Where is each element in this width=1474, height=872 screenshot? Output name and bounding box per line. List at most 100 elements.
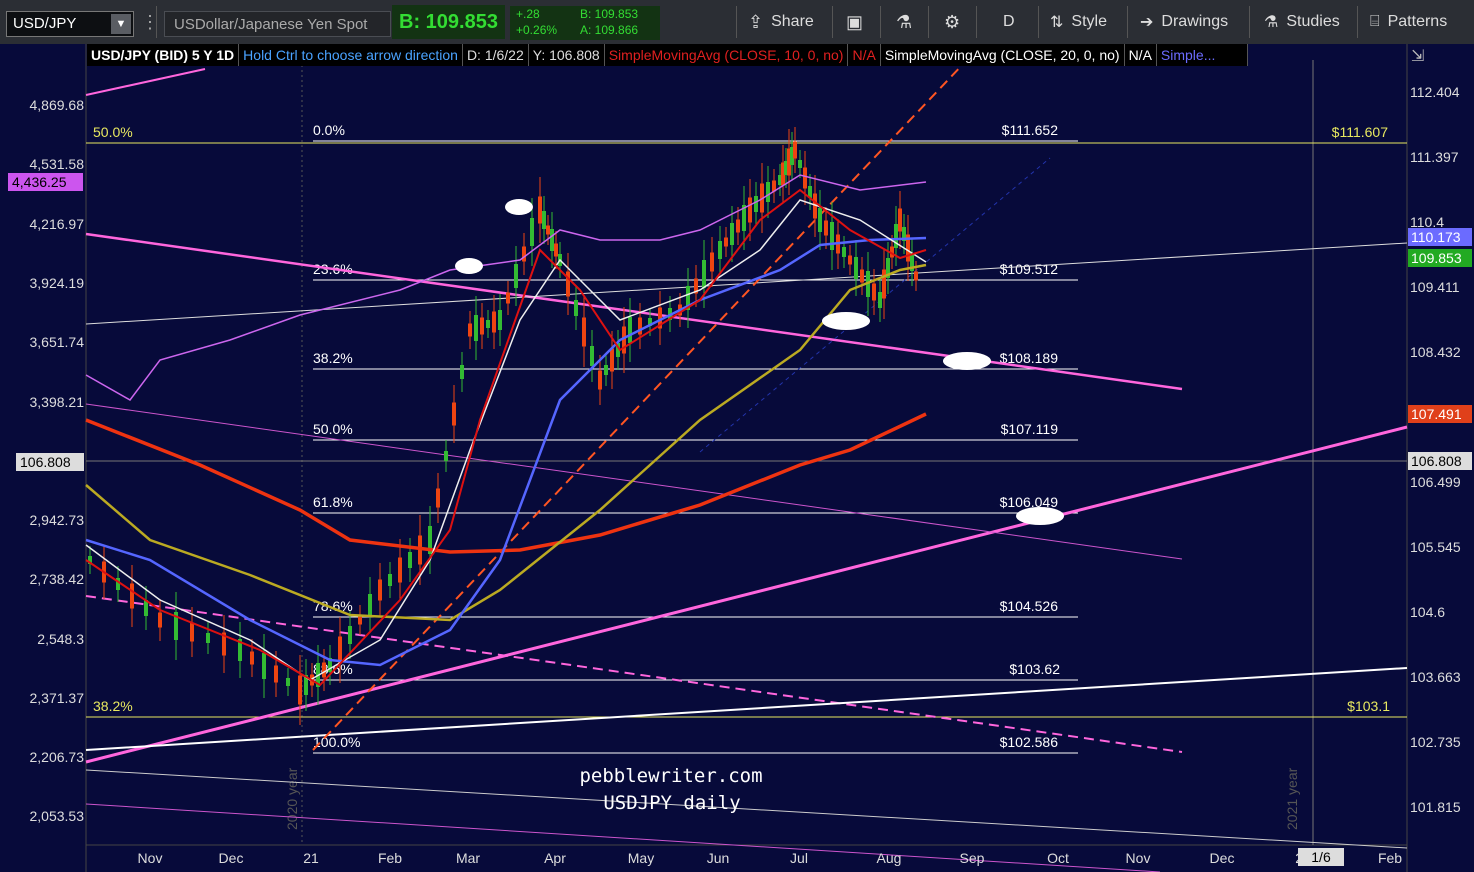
candle <box>546 225 550 235</box>
candle <box>436 488 440 508</box>
candle <box>274 665 278 683</box>
candle <box>898 208 902 232</box>
fib-price: $104.526 <box>1000 598 1059 614</box>
candle <box>206 633 210 643</box>
marker-oval <box>822 312 870 330</box>
sma1-label: SimpleMovingAvg (CLOSE, 10, 0, no) <box>604 44 849 66</box>
left-axis-tick: 3,651.74 <box>30 334 85 350</box>
left-axis-tick: 4,216.97 <box>30 216 85 232</box>
candle <box>590 346 594 366</box>
left-axis-tick: 2,548.3 <box>37 631 84 647</box>
fib-price: $109.512 <box>1000 261 1059 277</box>
fib-pct: 78.6% <box>313 598 353 614</box>
left-axis-tick: 2,942.73 <box>30 512 85 528</box>
right-axis-tick: 112.404 <box>1410 84 1460 100</box>
candle <box>262 653 266 679</box>
candle <box>130 583 134 609</box>
candle <box>298 675 302 705</box>
x-cursor-tag: 1/6 <box>1311 849 1331 865</box>
fib-pct: 38.2% <box>313 350 353 366</box>
right-axis-tick: 111.397 <box>1410 149 1459 165</box>
month-tick: Aug <box>877 850 902 866</box>
candle <box>610 348 614 372</box>
candle <box>748 197 752 223</box>
candle <box>736 219 740 233</box>
candle <box>368 594 372 616</box>
candle <box>190 622 194 642</box>
price-tag: 107.491 <box>1411 406 1462 422</box>
candle <box>878 292 882 308</box>
candle <box>452 402 456 426</box>
candle <box>582 317 586 347</box>
candle <box>250 651 254 665</box>
candle <box>730 223 734 245</box>
candle <box>598 370 602 390</box>
candle <box>480 317 484 335</box>
candle <box>468 323 472 337</box>
fib-price: $107.119 <box>1001 421 1059 437</box>
right-axis-tick: 103.663 <box>1410 669 1461 685</box>
candle <box>338 636 342 664</box>
price-tag: 110.173 <box>1411 229 1461 245</box>
left-axis-tick: 2,053.53 <box>30 808 85 824</box>
candle <box>378 579 382 601</box>
fib-pct: 61.8% <box>313 494 353 510</box>
month-tick: Jun <box>707 850 730 866</box>
candle <box>702 260 706 288</box>
more-studies[interactable]: Simple... <box>1156 44 1248 66</box>
candle <box>498 310 502 330</box>
candle <box>818 208 822 232</box>
month-tick: Nov <box>138 850 163 866</box>
candle <box>718 241 722 259</box>
month-tick: Mar <box>456 850 480 866</box>
candle <box>628 317 632 343</box>
sma2-label: SimpleMovingAvg (CLOSE, 20, 0, no) <box>880 44 1125 66</box>
right-axis-tick: 105.545 <box>1410 539 1461 555</box>
cursor-date: D: 1/6/22 <box>462 44 529 66</box>
candle <box>158 612 162 628</box>
right-axis-tick: 106.499 <box>1410 474 1461 490</box>
sma2-value: N/A <box>1124 44 1157 66</box>
month-tick: Oct <box>1047 850 1069 866</box>
candle <box>793 141 797 159</box>
marker-oval <box>505 199 533 215</box>
marker-oval <box>455 258 483 274</box>
candle <box>848 255 852 265</box>
fib-outer-price: $103.1 <box>1347 698 1390 714</box>
collapse-arrows-icon[interactable]: ⇲ <box>1411 46 1424 66</box>
right-axis-tick: 104.6 <box>1410 604 1445 620</box>
candle <box>522 246 526 262</box>
marker-oval <box>1016 507 1064 525</box>
fib-price: $106.049 <box>1000 494 1059 510</box>
candle <box>710 252 714 272</box>
candle <box>530 218 534 246</box>
chart-title: USD/JPY (BID) 5 Y 1D <box>87 44 240 66</box>
fib-price: $103.62 <box>1009 661 1060 677</box>
left-axis-tick: 2,371.37 <box>30 690 85 706</box>
candle <box>286 678 290 686</box>
candle <box>574 300 578 316</box>
month-tick: Jul <box>790 850 808 866</box>
crosshair-tag: 106.808 <box>20 454 71 470</box>
left-axis-tick: 4,531.58 <box>30 156 85 172</box>
price-tag: 106.808 <box>1411 453 1462 469</box>
candle <box>550 229 554 251</box>
fib-pct: 50.0% <box>313 421 353 437</box>
fib-outer-price: $111.607 <box>1332 124 1389 140</box>
right-axis-tick: 110.4 <box>1410 214 1444 230</box>
candle <box>492 311 496 333</box>
cursor-y: Y: 106.808 <box>528 44 605 66</box>
fib-price: $111.652 <box>1002 122 1059 138</box>
fib-outer-pct: 50.0% <box>93 124 133 140</box>
left-axis-tick: 4,869.68 <box>30 97 85 113</box>
price-chart[interactable]: 2020 year2021 year 0.0%$111.65223.6%$109… <box>0 0 1474 872</box>
fib-outer-pct: 38.2% <box>93 698 133 714</box>
month-tick: May <box>628 850 654 866</box>
candle <box>914 271 918 281</box>
left-axis-tick: 3,924.19 <box>30 275 85 291</box>
candle <box>842 247 846 257</box>
watermark-line: USDJPY daily <box>603 792 740 814</box>
candle <box>872 283 876 301</box>
chart-background <box>0 44 1474 872</box>
candle <box>348 626 352 644</box>
